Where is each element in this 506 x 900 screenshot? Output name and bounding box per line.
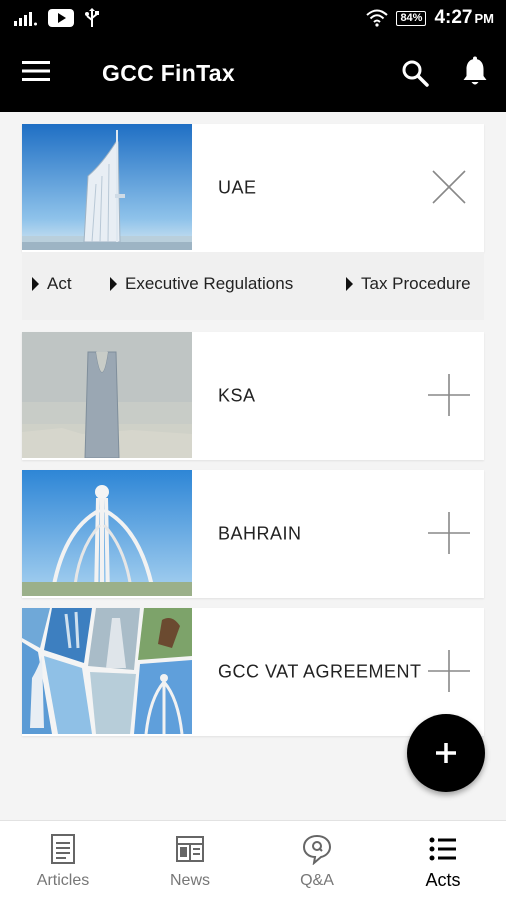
- collapse-button[interactable]: [426, 164, 472, 210]
- card-label-uae: UAE: [218, 177, 257, 198]
- app-title: GCC FinTax: [102, 60, 235, 86]
- hamburger-icon: [22, 61, 50, 81]
- subnav-act-label: Act: [47, 274, 72, 293]
- plus-icon: [428, 374, 470, 416]
- subnav-act[interactable]: Act: [32, 274, 72, 294]
- uae-acts-subnav: Act Executive Regulations Tax Procedure: [22, 252, 484, 320]
- qa-bubble-icon: [302, 834, 332, 865]
- card-label-gcc-vat-agreement: GCC VAT AGREEMENT: [218, 661, 422, 682]
- clock-time: 4:27: [434, 7, 473, 28]
- status-bar: 84% 4:27 PM: [0, 0, 506, 36]
- plus-icon: [436, 743, 456, 763]
- search-button[interactable]: [400, 58, 432, 90]
- usb-icon: [85, 8, 99, 27]
- triangle-right-icon: [32, 277, 39, 291]
- notifications-button[interactable]: [462, 56, 496, 92]
- card-label-bahrain: BAHRAIN: [218, 523, 302, 544]
- menu-button[interactable]: [22, 60, 58, 88]
- country-card-bahrain[interactable]: BAHRAIN: [22, 470, 484, 598]
- bell-icon: [463, 56, 487, 85]
- clock: 4:27 PM: [434, 7, 494, 29]
- wifi-icon: [366, 9, 389, 27]
- nav-acts[interactable]: Acts: [380, 821, 506, 900]
- nav-articles-label: Articles: [36, 872, 90, 889]
- nav-qa[interactable]: Q&A: [254, 821, 380, 900]
- battery-indicator: 84%: [396, 10, 427, 26]
- expand-button[interactable]: [426, 648, 472, 694]
- newspaper-icon: [176, 836, 204, 862]
- list-icon: [429, 837, 456, 861]
- uae-thumbnail: [22, 124, 192, 250]
- triangle-right-icon: [110, 277, 117, 291]
- subnav-tax-procedure-label: Tax Procedure: [361, 274, 471, 293]
- add-button[interactable]: [407, 714, 485, 792]
- bahrain-thumbnail: [22, 470, 192, 596]
- country-card-ksa[interactable]: KSA: [22, 332, 484, 460]
- nav-news[interactable]: News: [127, 821, 253, 900]
- card-label-ksa: KSA: [218, 385, 256, 406]
- close-icon: [432, 170, 466, 204]
- plus-icon: [428, 512, 470, 554]
- nav-articles[interactable]: Articles: [0, 821, 126, 900]
- bottom-navigation: Articles News Q&A Acts: [0, 820, 506, 900]
- subnav-executive-regulations[interactable]: Executive Regulations: [110, 274, 293, 294]
- expand-button[interactable]: [426, 372, 472, 418]
- nav-qa-label: Q&A: [300, 872, 334, 889]
- search-icon: [402, 60, 429, 87]
- ksa-thumbnail: [22, 332, 192, 458]
- app-bar: GCC FinTax: [0, 36, 506, 112]
- document-icon: [51, 834, 75, 864]
- nav-news-label: News: [169, 872, 210, 889]
- clock-ampm: PM: [474, 11, 495, 26]
- gcc-collage-thumbnail: [22, 608, 192, 734]
- signal-icon: [14, 12, 37, 26]
- country-card-uae[interactable]: UAE: [22, 124, 484, 252]
- subnav-executive-regulations-label: Executive Regulations: [125, 274, 294, 293]
- subnav-tax-procedure[interactable]: Tax Procedure: [346, 274, 471, 294]
- nav-acts-label: Acts: [425, 870, 461, 890]
- triangle-right-icon: [346, 277, 353, 291]
- plus-icon: [428, 650, 470, 692]
- youtube-icon: [48, 9, 74, 27]
- expand-button[interactable]: [426, 510, 472, 556]
